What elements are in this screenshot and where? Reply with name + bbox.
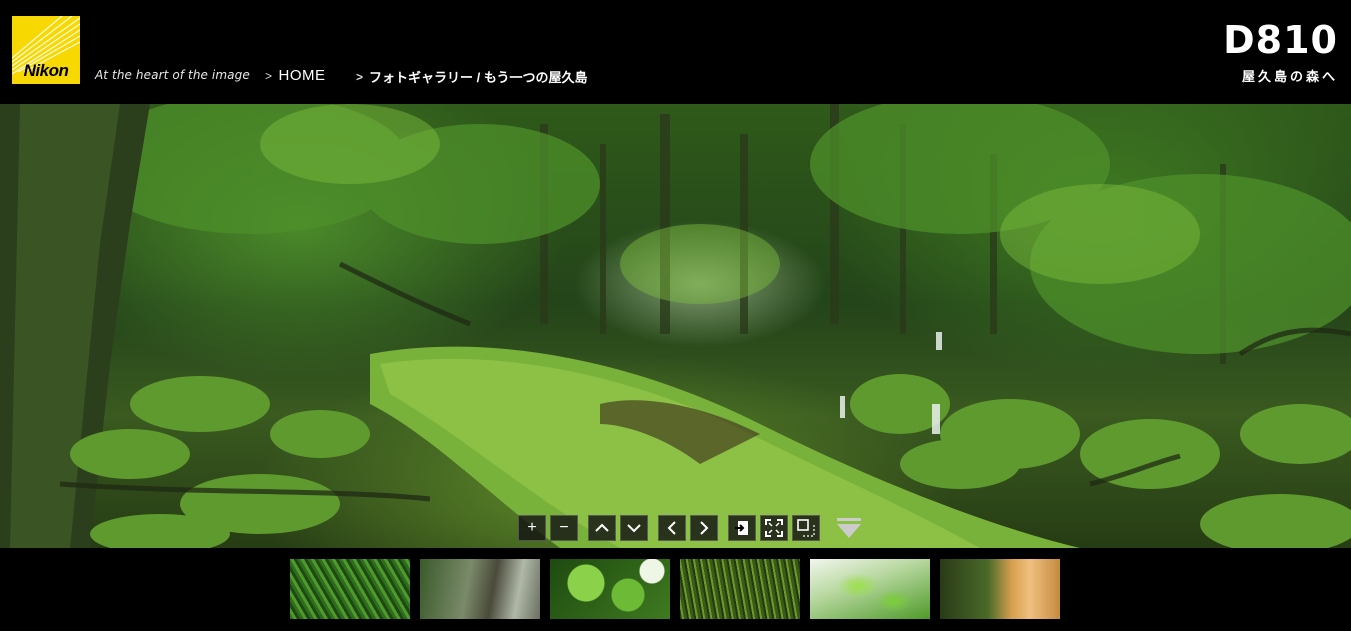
- chevron-left-icon: [667, 521, 676, 535]
- fullscreen-icon: [765, 519, 783, 537]
- breadcrumb-home-label: HOME: [278, 67, 326, 84]
- zoom-in-button[interactable]: +: [518, 515, 546, 541]
- thumbnail-strip: [290, 559, 1060, 619]
- thumbnail-3[interactable]: [550, 559, 670, 619]
- forest-panorama-image: [0, 104, 1351, 548]
- pan-up-button[interactable]: [588, 515, 616, 541]
- chevron-up-icon: [595, 523, 609, 532]
- thumbnail-1[interactable]: [290, 559, 410, 619]
- exit-button[interactable]: [728, 515, 756, 541]
- model-name: D810: [1223, 18, 1338, 62]
- thumbnail-5[interactable]: [810, 559, 930, 619]
- pan-down-button[interactable]: [620, 515, 648, 541]
- zoom-in-icon: +: [527, 519, 537, 536]
- window-icon: [797, 519, 815, 537]
- brand-name: Nikon: [23, 61, 69, 80]
- zoom-out-button[interactable]: −: [550, 515, 578, 541]
- exit-icon: [735, 521, 748, 535]
- model-subtitle: 屋久島の森へ: [1241, 69, 1338, 84]
- site-header: Nikon At the heart of the image > HOME >…: [0, 0, 1351, 104]
- chevron-right-icon: [700, 521, 709, 535]
- thumbnail-4[interactable]: [680, 559, 800, 619]
- chevron-right-icon: >: [356, 69, 364, 84]
- thumbnail-2[interactable]: [420, 559, 540, 619]
- tagline: At the heart of the image: [95, 68, 250, 82]
- window-mode-button[interactable]: [792, 515, 820, 541]
- product-title[interactable]: D810 屋久島の森へ: [1223, 20, 1338, 85]
- panorama-viewer[interactable]: [0, 104, 1351, 548]
- chevron-right-icon: >: [265, 68, 273, 83]
- thumbnail-6[interactable]: [940, 559, 1060, 619]
- breadcrumb-home[interactable]: > HOME: [265, 67, 326, 84]
- viewer-controls: + −: [518, 514, 864, 542]
- breadcrumb-gallery-label: フォトギャラリー / もう一つの屋久島: [369, 70, 588, 85]
- pan-left-button[interactable]: [658, 515, 686, 541]
- fullscreen-button[interactable]: [760, 515, 788, 541]
- chevron-down-icon: [627, 524, 641, 533]
- zoom-out-icon: −: [559, 519, 569, 536]
- breadcrumb-gallery[interactable]: > フォトギャラリー / もう一つの屋久島: [356, 67, 587, 86]
- triangle-down-icon: [837, 518, 861, 538]
- pan-right-button[interactable]: [690, 515, 718, 541]
- nikon-logo[interactable]: Nikon: [12, 16, 80, 84]
- collapse-thumbnails-button[interactable]: [834, 515, 864, 541]
